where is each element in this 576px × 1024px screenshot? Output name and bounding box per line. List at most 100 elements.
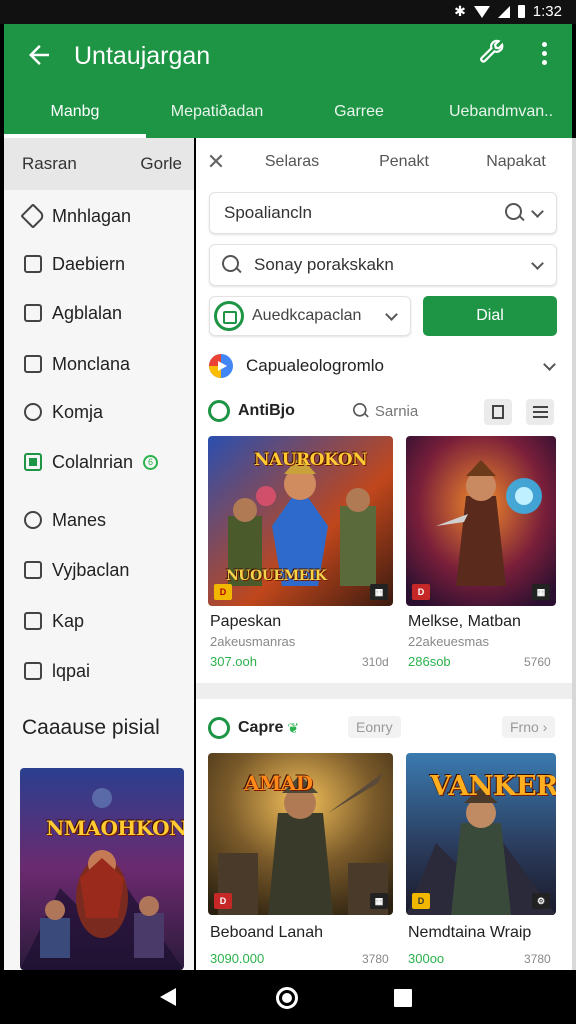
leaf-icon: ❦ (287, 719, 300, 736)
sidebar-item-label: Manes (52, 509, 107, 530)
filter-tab-3[interactable]: Napakat (460, 153, 572, 171)
app-bar: Untaujargan Manbg Mepatiðadan Garree Ueb… (4, 24, 572, 138)
sidebar-item-5[interactable]: Komja (4, 392, 194, 432)
section-logo-icon (208, 400, 230, 422)
status-time: 1:32 (532, 3, 562, 20)
chevron-down-icon (531, 256, 544, 270)
sidebar-item-3[interactable]: Agblalan (4, 293, 194, 333)
rating-badge: D (412, 893, 430, 909)
chevron-down-icon (543, 357, 556, 371)
sidebar-item-9[interactable]: Kap (4, 601, 194, 641)
sidebar: Rasran Gorle Mnhlagan Daebiern Agblalan … (4, 138, 194, 970)
game-size: 3780 (362, 952, 389, 966)
poster-title: AMAD (244, 771, 313, 795)
nav-recents-icon[interactable] (394, 989, 412, 1007)
nav-home-icon[interactable] (276, 987, 298, 1009)
back-arrow-icon[interactable] (24, 40, 56, 72)
sidebar-item-1[interactable]: Mnhlagan (4, 196, 194, 236)
game-poster[interactable]: AMAD D ▦ (208, 753, 393, 915)
game-poster[interactable]: NMAOHKON (20, 768, 184, 970)
section-title: AntiBjo (238, 402, 295, 419)
sidebar-item-2[interactable]: Daebiern (4, 244, 194, 284)
settings-icon: ⚙ (532, 893, 550, 909)
system-nav-bar (0, 970, 576, 1024)
close-icon[interactable]: ✕ (196, 149, 236, 175)
sidebar-item-6[interactable]: Colalnrian 6 (4, 442, 194, 482)
section-search-label: Sarnia (374, 402, 419, 420)
poster-subtitle: NUOUEMEIK (226, 568, 327, 584)
chevron-down-icon (385, 307, 398, 321)
more-button[interactable]: Frno › (502, 716, 556, 738)
game-price: 3090.000 (210, 951, 265, 966)
dial-button[interactable]: Dial (423, 296, 557, 336)
section-title: Capre (238, 719, 284, 736)
status-bar: ✱ 1:32 (0, 0, 576, 24)
app-icon (214, 301, 244, 331)
qr-icon: ▦ (370, 584, 388, 600)
sidebar-item-label: Colalnrian (52, 451, 134, 472)
sidebar-header-right[interactable]: Gorle (140, 154, 182, 174)
tab-2[interactable]: Mepatiðadan (146, 92, 288, 138)
game-size: 5760 (524, 655, 551, 669)
menu-button[interactable] (526, 399, 554, 425)
app-select-value: Auedkcapaclan (252, 307, 362, 324)
sort-dropdown-value: Sonay porakskakn (254, 255, 394, 274)
game-price: 307.ooh (210, 654, 257, 669)
sidebar-item-label: Vyjbaclan (52, 559, 130, 580)
filter-tab-2[interactable]: Penakt (348, 153, 460, 171)
wrench-icon[interactable] (476, 38, 506, 68)
app-select[interactable]: Auedkcapaclan (209, 296, 411, 336)
tab-1[interactable]: Manbg (4, 92, 146, 138)
filter-tab-1[interactable]: Selaras (236, 153, 348, 171)
signal-icon (497, 5, 510, 18)
game-size: 3780 (524, 952, 551, 966)
category-row[interactable]: Capualeologromlo (208, 350, 558, 382)
play-store-icon (209, 354, 233, 378)
grid-icon (24, 612, 42, 630)
game-subtitle: 22akeuesmas (408, 634, 489, 649)
sidebar-item-8[interactable]: Vyjbaclan (4, 550, 194, 590)
apps-icon (24, 453, 42, 471)
sort-dropdown[interactable]: Sonay porakskakn (209, 244, 557, 286)
poster-title: NMAOHKON (46, 816, 184, 840)
square-icon (24, 662, 42, 680)
game-name[interactable]: Melkse, Matban (408, 613, 521, 631)
section-search[interactable]: Sarnia (351, 401, 418, 421)
sidebar-item-label: Komja (52, 401, 104, 422)
section-logo-icon (208, 717, 230, 739)
sidebar-item-label: Monclana (52, 353, 131, 374)
sidebar-item-7[interactable]: Manes (4, 500, 194, 540)
chat-bubble-icon (24, 511, 42, 529)
game-name[interactable]: Nemdtaina Wraip (408, 924, 531, 942)
sidebar-item-10[interactable]: lqpai (4, 651, 194, 691)
game-poster[interactable]: D ▦ (406, 436, 556, 606)
game-name[interactable]: Papeskan (210, 613, 281, 631)
game-poster[interactable]: NAUROKON NUOUEMEIK D ▦ (208, 436, 393, 606)
sidebar-item-4[interactable]: Monclana (4, 344, 194, 384)
sidebar-header-left[interactable]: Rasran (22, 154, 77, 174)
search-field[interactable]: Spoaliancln (209, 192, 557, 234)
square-icon (24, 355, 42, 373)
sidebar-header: Rasran Gorle (4, 138, 194, 190)
bookmark-icon (24, 561, 42, 579)
search-icon[interactable] (505, 203, 525, 223)
rating-badge: D (214, 893, 232, 909)
view-toggle-button[interactable] (484, 399, 512, 425)
filter-pill[interactable]: Eonry (348, 716, 401, 738)
right-edge (572, 138, 576, 970)
tag-icon (20, 203, 46, 229)
nav-back-icon[interactable] (160, 988, 176, 1006)
rating-badge: D (214, 584, 232, 600)
more-vert-icon[interactable] (534, 42, 554, 70)
bluetooth-icon: ✱ (454, 3, 466, 19)
game-poster[interactable]: VANKER D ⚙ (406, 753, 556, 915)
image-icon (24, 304, 42, 322)
game-name[interactable]: Beboand Lanah (210, 924, 323, 942)
tab-3[interactable]: Garree (288, 92, 430, 138)
tab-4[interactable]: Uebandmvan.. (430, 92, 572, 138)
search-icon (352, 403, 369, 419)
game-price: 300oo (408, 951, 445, 966)
search-icon (222, 255, 242, 275)
poster-title: VANKER (430, 771, 556, 802)
chevron-down-icon[interactable] (531, 204, 544, 218)
